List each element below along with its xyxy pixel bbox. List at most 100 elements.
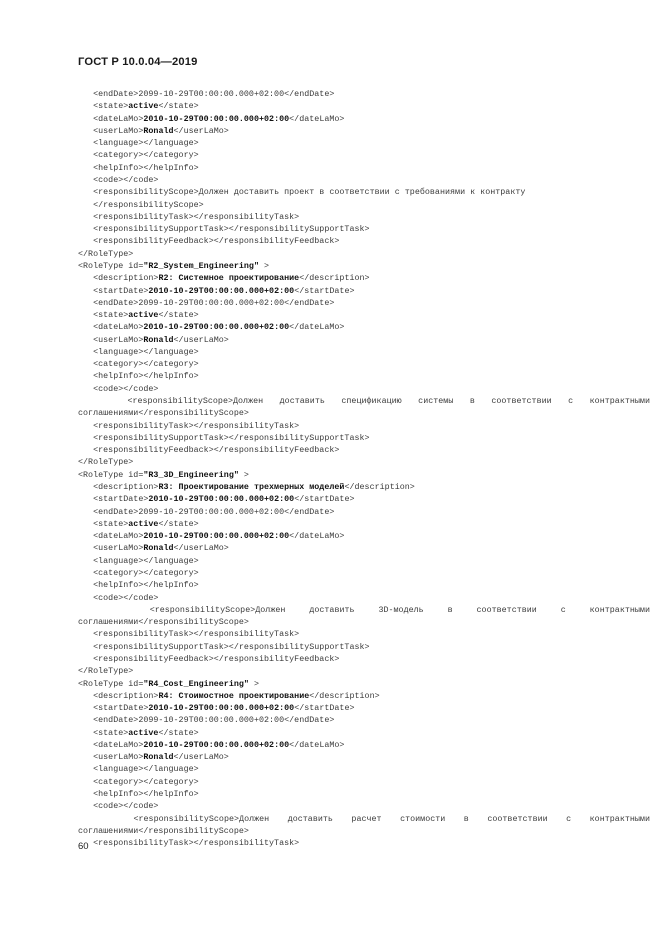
code-tag-close: </description> (299, 273, 370, 284)
code-tag-close: </userLaMo> (173, 125, 229, 136)
code-text: <category></category> (78, 150, 199, 161)
code-line: </responsibilityScope> (78, 199, 650, 211)
code-value: Ronald (143, 752, 174, 763)
code-tag-close: </description> (309, 690, 380, 701)
code-tag-open: <description> (78, 690, 159, 701)
code-tag-close: </dateLaMo> (289, 531, 345, 542)
code-value: 2010-10-29T00:00:00.000+02:00 (143, 322, 290, 333)
code-line: <helpInfo></helpInfo> (78, 162, 650, 174)
code-line: <category></category> (78, 149, 650, 161)
code-text: <code></code> (78, 592, 159, 603)
code-line: <responsibilityFeedback></responsibility… (78, 653, 650, 665)
code-line: <userLaMo>Ronald</userLaMo> (78, 334, 650, 346)
code-text: <language></language> (78, 764, 199, 775)
code-text: <helpInfo></helpInfo> (78, 580, 199, 591)
code-tag-close: </userLaMo> (173, 752, 229, 763)
code-line: <description>R4: Стоимостное проектирова… (78, 690, 650, 702)
code-line: <dateLaMo>2010-10-29T00:00:00.000+02:00<… (78, 321, 650, 333)
code-tag-close: </dateLaMo> (289, 113, 345, 124)
code-text: <responsibilityTask></responsibilityTask… (78, 838, 300, 849)
code-line: <endDate>2099-10-29T00:00:00.000+02:00</… (78, 297, 650, 309)
code-line: <startDate>2010-10-29T00:00:00.000+02:00… (78, 493, 650, 505)
code-value: R4: Стоимостное проектирование (158, 690, 310, 701)
code-line: <dateLaMo>2010-10-29T00:00:00.000+02:00<… (78, 739, 650, 751)
code-text: <responsibilityScope>Должен доставить ра… (78, 813, 650, 836)
code-text: <endDate>2099-10-29T00:00:00.000+02:00</… (78, 89, 335, 99)
code-text: <endDate>2099-10-29T00:00:00.000+02:00</… (78, 715, 335, 726)
code-line: <responsibilityTask></responsibilityTask… (78, 211, 650, 223)
code-tag-close: </dateLaMo> (289, 322, 345, 333)
code-value: 2010-10-29T00:00:00.000+02:00 (143, 739, 290, 750)
code-line: <RoleType id="R2_System_Engineering" > (78, 260, 650, 272)
code-line: <responsibilityScope>Должен доставить ра… (78, 813, 650, 838)
code-line: <dateLaMo>2010-10-29T00:00:00.000+02:00<… (78, 530, 650, 542)
code-tag-open: <startDate> (78, 285, 149, 296)
code-text: <responsibilityFeedback></responsibility… (78, 445, 340, 456)
code-value: 2010-10-29T00:00:00.000+02:00 (148, 703, 295, 714)
code-tag-open: <description> (78, 273, 159, 284)
code-value: active (128, 518, 159, 529)
code-line: <state>active</state> (78, 727, 650, 739)
code-text: <responsibilityScope>Должен доставить сп… (78, 396, 650, 419)
code-line: <language></language> (78, 763, 650, 775)
code-line: <state>active</state> (78, 309, 650, 321)
code-tag-open: <description> (78, 482, 159, 492)
code-line: </RoleType> (78, 248, 650, 260)
code-tag-close: </startDate> (294, 494, 355, 505)
code-value: 2010-10-29T00:00:00.000+02:00 (148, 285, 295, 296)
document-page: ГОСТ Р 10.0.04—2019 <endDate>2099-10-29T… (0, 0, 661, 935)
code-text: <category></category> (78, 359, 199, 370)
code-value: R2: Системное проектирование (158, 273, 300, 284)
code-tag-close: </startDate> (294, 285, 355, 296)
code-line: <RoleType id="R3_3D_Engineering" > (78, 469, 650, 481)
code-line: <code></code> (78, 592, 650, 604)
code-text: </RoleType> (78, 457, 134, 468)
code-value: Ronald (143, 125, 174, 136)
code-tag-open: <userLaMo> (78, 543, 144, 554)
code-text: <language></language> (78, 346, 199, 357)
code-tag-open: <userLaMo> (78, 125, 144, 136)
code-line: <startDate>2010-10-29T00:00:00.000+02:00… (78, 702, 650, 714)
code-line: <RoleType id="R4_Cost_Engineering" > (78, 678, 650, 690)
code-line: <responsibilityTask></responsibilityTask… (78, 420, 650, 432)
code-line: <language></language> (78, 555, 650, 567)
code-tag-close: > (258, 260, 270, 271)
code-text: <endDate>2099-10-29T00:00:00.000+02:00</… (78, 297, 335, 308)
code-line: <responsibilityFeedback></responsibility… (78, 444, 650, 456)
code-line: <category></category> (78, 567, 650, 579)
code-text: <responsibilityScope>Должен доставить пр… (93, 187, 526, 198)
code-line: <code></code> (78, 383, 650, 395)
code-line: </RoleType> (78, 665, 650, 677)
code-line: <responsibilityFeedback></responsibility… (78, 235, 650, 247)
code-tag-open: <userLaMo> (78, 752, 144, 763)
code-text: <responsibilityTask></responsibilityTask… (78, 211, 300, 222)
code-line: <userLaMo>Ronald</userLaMo> (78, 125, 650, 137)
page-number: 60 (78, 841, 89, 852)
code-text: <language></language> (78, 138, 199, 149)
code-text: <code></code> (78, 801, 159, 812)
code-line: <helpInfo></helpInfo> (78, 788, 650, 800)
code-tag-close: > (248, 678, 259, 689)
code-line: <responsibilityTask></responsibilityTask… (78, 837, 650, 849)
code-text: <helpInfo></helpInfo> (78, 162, 199, 173)
code-text: </RoleType> (78, 248, 134, 259)
code-tag-open: <dateLaMo> (78, 739, 144, 750)
code-text: <category></category> (78, 776, 199, 787)
code-text: <responsibilityScope>Должен доставить 3D… (78, 604, 650, 628)
code-line: <userLaMo>Ronald</userLaMo> (78, 542, 650, 554)
code-tag-open: <dateLaMo> (78, 113, 144, 124)
code-line: <dateLaMo>2010-10-29T00:00:00.000+02:00<… (78, 113, 650, 125)
code-text: <code></code> (78, 383, 159, 394)
code-text: <responsibilitySupportTask></responsibil… (78, 641, 370, 652)
code-tag-close: </userLaMo> (173, 543, 229, 554)
standard-header: ГОСТ Р 10.0.04—2019 (78, 56, 198, 68)
code-line: <category></category> (78, 358, 650, 370)
code-value: "R3_3D_Engineering" (143, 469, 239, 480)
code-tag-open: <state> (78, 101, 129, 112)
code-line: </RoleType> (78, 456, 650, 468)
code-line: <language></language> (78, 346, 650, 358)
code-tag-open: <RoleType id= (78, 469, 144, 480)
code-text: <responsibilityFeedback></responsibility… (78, 236, 340, 247)
code-line: <state>active</state> (78, 100, 650, 112)
